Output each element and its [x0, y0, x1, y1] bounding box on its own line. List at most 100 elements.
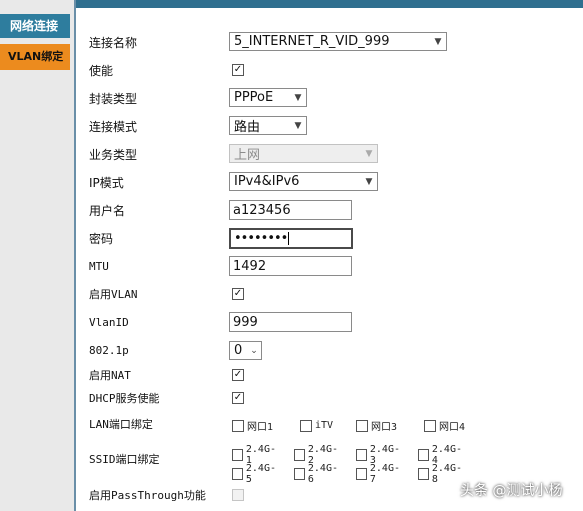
lan-option-2-checkbox[interactable]	[300, 419, 312, 432]
ssid-option-7[interactable]: 2.4G-7	[356, 463, 402, 485]
dot1p-control: 0 ⌄	[229, 341, 262, 360]
ip-mode-label: IP模式	[89, 175, 124, 190]
username-label: 用户名	[89, 203, 126, 218]
ssid-option-8-checkbox[interactable]	[418, 468, 429, 480]
lan-option-1-checkbox[interactable]	[232, 419, 244, 432]
conn-name-label: 连接名称	[89, 35, 138, 50]
nat-checkbox[interactable]: ✓	[232, 369, 244, 381]
enable-control: ✓	[232, 64, 244, 76]
vlan-enable-control: ✓	[232, 288, 244, 300]
row-lan-bind: LAN端口绑定	[89, 412, 153, 436]
conn-mode-select[interactable]: 路由 ▼	[229, 116, 307, 135]
top-bar	[76, 0, 583, 8]
row-dhcp: DHCP服务使能	[89, 386, 160, 410]
password-control: ••••••••	[229, 228, 353, 249]
ssid-option-7-label: 2.4G-7	[369, 463, 400, 485]
ssid-option-4-checkbox[interactable]	[418, 449, 429, 461]
lan-option-3[interactable]: 网口3	[356, 418, 408, 433]
service-select: 上网 ▼	[229, 144, 378, 163]
row-mtu: MTU	[89, 254, 109, 278]
lan-bind-options: 网口1 iTV 网口3 网口4	[232, 418, 492, 433]
mtu-control: 1492	[229, 256, 352, 276]
encap-select[interactable]: PPPoE ▼	[229, 88, 307, 107]
dhcp-checkbox[interactable]: ✓	[232, 392, 244, 404]
password-label: 密码	[89, 231, 114, 246]
lan-option-1[interactable]: 网口1	[232, 418, 284, 433]
vlan-id-input[interactable]: 999	[229, 312, 352, 332]
conn-name-select[interactable]: 5_INTERNET_R_VID_999 ▼	[229, 32, 447, 51]
mtu-input[interactable]: 1492	[229, 256, 352, 276]
vlan-enable-checkbox[interactable]: ✓	[232, 288, 244, 300]
chevron-down-icon: ▼	[434, 36, 442, 47]
mtu-label: MTU	[89, 259, 109, 273]
password-input[interactable]: ••••••••	[229, 228, 353, 249]
tab-vlan-binding[interactable]: VLAN绑定	[0, 44, 70, 70]
ssid-bind-label: SSID端口绑定	[89, 453, 160, 466]
password-value: ••••••••	[234, 231, 288, 246]
ssid-option-5-checkbox[interactable]	[232, 468, 243, 480]
lan-option-4-checkbox[interactable]	[424, 419, 436, 432]
text-cursor	[288, 232, 290, 245]
username-input[interactable]: a123456	[229, 200, 352, 220]
ssid-option-1-checkbox[interactable]	[232, 449, 243, 461]
chevron-down-icon: ▼	[294, 92, 302, 103]
ssid-option-6-label: 2.4G-6	[307, 463, 338, 485]
lan-option-1-label: 网口1	[247, 422, 274, 433]
dhcp-label: DHCP服务使能	[89, 392, 160, 405]
vlan-id-label: VlanID	[89, 315, 129, 329]
ssid-option-8[interactable]: 2.4G-8	[418, 463, 464, 485]
conn-mode-label: 连接模式	[89, 119, 138, 134]
lan-option-3-checkbox[interactable]	[356, 419, 368, 432]
dot1p-value: 0	[234, 343, 243, 358]
ssid-option-2-checkbox[interactable]	[294, 449, 305, 461]
ssid-option-7-checkbox[interactable]	[356, 468, 367, 480]
username-control: a123456	[229, 200, 352, 220]
conn-name-value: 5_INTERNET_R_VID_999	[234, 34, 390, 49]
row-password: 密码	[89, 226, 113, 250]
watermark-text: 头条 @测试小杨	[460, 483, 563, 499]
passthrough-control	[232, 489, 244, 501]
chevron-down-icon: ▼	[365, 176, 373, 187]
dhcp-control: ✓	[232, 392, 244, 404]
row-passthrough: 启用PassThrough功能	[89, 483, 206, 507]
service-value: 上网	[234, 148, 261, 163]
vlan-enable-label: 启用VLAN	[89, 288, 138, 301]
watermark: 头条 @测试小杨	[460, 480, 562, 500]
service-label: 业务类型	[89, 147, 138, 162]
lan-option-4-label: 网口4	[439, 422, 466, 433]
row-enable: 使能	[89, 58, 113, 82]
encap-label: 封装类型	[89, 91, 138, 106]
dot1p-select[interactable]: 0 ⌄	[229, 341, 262, 360]
ip-mode-value: IPv4&IPv6	[234, 174, 300, 189]
lan-option-2[interactable]: iTV	[300, 419, 340, 432]
enable-checkbox[interactable]: ✓	[232, 64, 244, 76]
ip-mode-control: IPv4&IPv6 ▼	[229, 172, 378, 191]
conn-name-control: 5_INTERNET_R_VID_999 ▼	[229, 32, 447, 51]
sidebar: 网络连接 VLAN绑定	[0, 0, 78, 511]
ssid-option-6-checkbox[interactable]	[294, 468, 305, 480]
passthrough-checkbox	[232, 489, 244, 501]
row-conn-name: 连接名称	[89, 30, 137, 54]
mtu-value: 1492	[233, 258, 267, 274]
dot1p-label: 802.1p	[89, 343, 129, 357]
ssid-bind-options-row2: 2.4G-5 2.4G-6 2.4G-7 2.4G-8	[232, 463, 480, 485]
vlan-id-control: 999	[229, 312, 352, 332]
conn-mode-control: 路由 ▼	[229, 116, 307, 135]
tab-network-connection[interactable]: 网络连接	[0, 14, 70, 38]
nat-control: ✓	[232, 369, 244, 381]
lan-option-2-label: iTV	[315, 420, 334, 431]
row-conn-mode: 连接模式	[89, 114, 137, 138]
row-nat: 启用NAT	[89, 363, 131, 387]
row-vlan-enable: 启用VLAN	[89, 282, 138, 306]
ssid-option-6[interactable]: 2.4G-6	[294, 463, 340, 485]
row-encap: 封装类型	[89, 86, 137, 110]
lan-bind-label: LAN端口绑定	[89, 418, 153, 431]
ssid-option-5[interactable]: 2.4G-5	[232, 463, 278, 485]
lan-option-4[interactable]: 网口4	[424, 418, 476, 433]
username-value: a123456	[233, 202, 291, 218]
row-ip-mode: IP模式	[89, 170, 124, 194]
service-control: 上网 ▼	[229, 144, 378, 163]
row-vlan-id: VlanID	[89, 310, 129, 334]
ip-mode-select[interactable]: IPv4&IPv6 ▼	[229, 172, 378, 191]
ssid-option-3-checkbox[interactable]	[356, 449, 367, 461]
